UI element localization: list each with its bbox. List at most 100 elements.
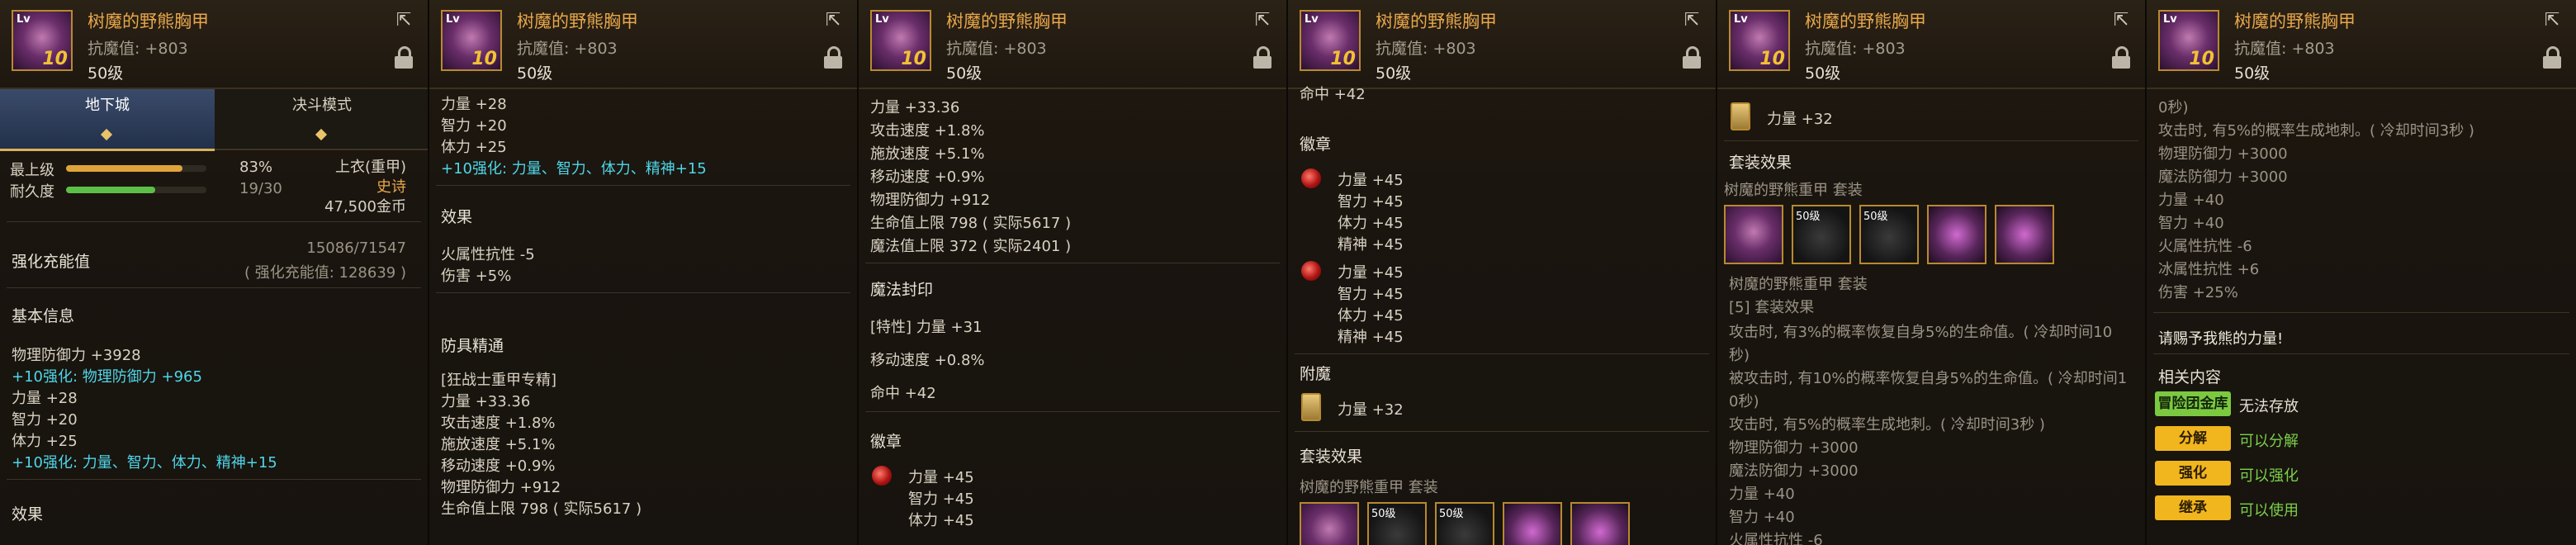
enchant-card-icon [1731,102,1750,130]
emblem-line: 智力 +45 [1338,286,1404,303]
set-piece-icon[interactable] [1300,502,1359,545]
stat-line: 智力 +20 [12,411,78,429]
lock-icon[interactable] [2112,46,2130,69]
emblem-title: 徽章 [870,433,902,451]
share-icon[interactable]: ⇱ [393,12,414,30]
mastery-line: 施放速度 +5.1% [441,436,556,453]
mastery-line: 攻击速度 +1.8% [870,122,985,140]
enchant-card-icon [1301,393,1321,421]
emblem-line: 智力 +45 [908,490,974,508]
item-icon: Lv 10 [870,10,931,71]
seal-title: 魔法封印 [870,281,934,299]
enhance-status: 可以强化 [2239,467,2299,485]
enhance-value: 15086/71547 [306,239,406,257]
set-name: 树魔的野熊重甲 套装 [1724,182,1863,199]
durability-label: 耐久度 [10,183,54,201]
share-icon[interactable]: ⇱ [822,12,844,30]
share-icon[interactable]: ⇱ [1681,12,1702,30]
emblem-line: 力量 +45 [1338,264,1404,282]
stat-line: 物理防御力 +3928 [12,347,141,364]
share-icon[interactable]: ⇱ [2541,12,2563,30]
tooltip-header: Lv 10 树魔的野熊胸甲 抗魔值: +803 50级 ⇱ [1717,0,2145,89]
emblem-line: 智力 +45 [1338,193,1404,211]
set-piece-icon[interactable] [1570,502,1630,545]
seal-line: 移动速度 +0.8% [870,352,985,369]
item-slot: 上衣(重甲) [334,159,406,176]
set-line: 火属性抗性 -6 [2158,238,2252,255]
disassemble-button[interactable]: 分解 [2155,426,2231,451]
set-name: 树魔的野熊重甲 套装 [1729,276,1868,293]
item-price: 47,500金币 [324,198,406,216]
share-icon[interactable]: ⇱ [1252,12,1273,30]
set-piece-icon[interactable] [1995,205,2054,264]
item-title: 树魔的野熊胸甲 [88,12,209,31]
tooltip-panel-2: Lv 10 树魔的野熊胸甲 抗魔值: +803 50级 ⇱ 力量 +28 智力 +… [429,0,859,545]
basic-info-title: 基本信息 [12,307,75,325]
tab-pvp[interactable]: 决斗模式 [215,89,428,150]
enhance-button[interactable]: 强化 [2155,461,2231,486]
set-line: 智力 +40 [1729,509,1795,526]
lock-icon[interactable] [395,46,413,69]
set-piece-icon[interactable] [1927,205,1986,264]
set-name: 树魔的野熊重甲 套装 [1300,479,1438,496]
set-piece-icon[interactable]: 50级 [1367,502,1427,545]
item-level: 50级 [2234,64,2271,83]
set-line: 攻击时, 有5%的概率生成地刺。( 冷却时间3秒 ) [2158,122,2474,140]
emblem-line: 精神 +45 [1338,236,1404,254]
share-icon[interactable]: ⇱ [2110,12,2132,30]
item-icon: Lv 10 [2158,10,2219,71]
set-line: 力量 +40 [1729,486,1795,503]
item-title: 树魔的野熊胸甲 [1805,12,1926,31]
item-title: 树魔的野熊胸甲 [517,12,638,31]
lock-icon[interactable] [1683,46,1701,69]
enchant-line: 力量 +32 [1338,401,1404,419]
tooltip-header: Lv 10 树魔的野熊胸甲 抗魔值: +803 50级 ⇱ [0,0,428,89]
item-icon: Lv 10 [441,10,502,71]
set-piece-icon[interactable]: 50级 [1435,502,1494,545]
emblem-line: 精神 +45 [1338,329,1404,346]
mastery-line: 力量 +33.36 [870,99,960,116]
stat-line: +10强化: 物理防御力 +965 [12,368,202,386]
top-level-label: 最上级 [10,162,54,179]
item-icon: Lv 10 [1729,10,1790,71]
mastery-line: 物理防御力 +912 [441,479,561,496]
lock-icon[interactable] [1253,46,1271,69]
effect-title: 效果 [12,505,44,524]
disassemble-status: 可以分解 [2239,433,2299,450]
set-line: 魔法防御力 +3000 [2158,168,2288,186]
stat-line: 智力 +20 [441,117,507,135]
set-line: 0秒) [1729,393,1759,410]
vault-status: 无法存放 [2239,398,2299,415]
mastery-line: 攻击速度 +1.8% [441,415,556,432]
inherit-status: 可以使用 [2239,502,2299,519]
emblem-line: 体力 +45 [908,512,974,529]
resist-value: 抗魔值: +803 [1805,40,1906,58]
item-title: 树魔的野熊胸甲 [1376,12,1497,31]
stat-line: 体力 +25 [441,139,507,156]
tooltip-header: Lv 10 树魔的野熊胸甲 抗魔值: +803 50级 ⇱ [429,0,857,89]
set-piece-icon[interactable]: 50级 [1792,205,1851,264]
top-level-bar [66,165,206,172]
set-piece-icon[interactable] [1503,502,1562,545]
set-piece-icon[interactable]: 50级 [1859,205,1919,264]
enchant-line: 力量 +32 [1767,111,1833,128]
adventure-vault-button[interactable]: 冒险团金库 [2155,391,2231,416]
stat-line: +10强化: 力量、智力、体力、精神+15 [12,454,277,472]
item-title: 树魔的野熊胸甲 [2234,12,2356,31]
tab-dungeon[interactable]: 地下城 [0,89,215,151]
set-piece-icon[interactable] [1724,205,1783,264]
lock-icon[interactable] [824,46,842,69]
resist-value: 抗魔值: +803 [946,40,1047,58]
lock-icon[interactable] [2543,46,2561,69]
item-level: 50级 [517,64,553,83]
stat-line: +10强化: 力量、智力、体力、精神+15 [441,160,707,178]
mastery-line: 移动速度 +0.9% [870,168,985,186]
emblem-icon [1301,261,1321,281]
seal-line: [特性] 力量 +31 [870,319,983,336]
emblem-line: 体力 +45 [1338,215,1404,232]
seal-line: 命中 +42 [1300,86,1366,103]
set-line: 物理防御力 +3000 [1729,439,1859,457]
mastery-line: 施放速度 +5.1% [870,145,985,163]
inherit-button[interactable]: 继承 [2155,495,2231,520]
set-line: 力量 +40 [2158,192,2224,209]
